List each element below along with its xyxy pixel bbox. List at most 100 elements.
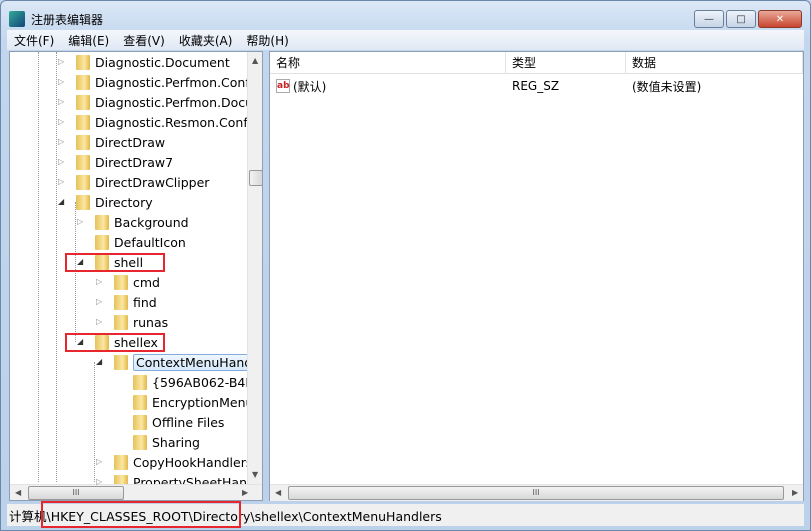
- folder-icon: [76, 194, 90, 210]
- folder-icon: [114, 454, 128, 470]
- highlight-box: [65, 333, 165, 352]
- scroll-down-icon[interactable]: ▼: [252, 470, 258, 479]
- tree-node[interactable]: DirectDraw7: [76, 152, 173, 172]
- folder-icon: [76, 114, 90, 130]
- highlight-box: [65, 253, 165, 272]
- tree-node[interactable]: cmd: [114, 272, 160, 292]
- tree-node-label: Sharing: [152, 434, 200, 450]
- tree-node[interactable]: Diagnostic.Resmon.Config: [76, 112, 259, 132]
- expand-icon[interactable]: ▷: [96, 452, 104, 472]
- expand-icon[interactable]: ▷: [77, 212, 85, 232]
- menu-file[interactable]: 文件(F): [7, 32, 61, 49]
- tree-node[interactable]: Offline Files: [133, 412, 224, 432]
- menu-help[interactable]: 帮助(H): [239, 32, 295, 49]
- tree-node-label: Diagnostic.Perfmon.Config: [95, 74, 262, 90]
- tree-node[interactable]: Directory: [76, 192, 153, 212]
- scroll-thumb[interactable]: III: [288, 486, 784, 500]
- folder-icon: [76, 54, 90, 70]
- expand-icon[interactable]: ▷: [58, 72, 66, 92]
- values-horizontal-scrollbar[interactable]: ◀ III ▶: [270, 484, 803, 501]
- folder-icon: [76, 134, 90, 150]
- collapse-icon[interactable]: ◢: [58, 192, 66, 212]
- close-button[interactable]: ✕: [758, 10, 802, 28]
- tree-guide-line: [56, 52, 57, 482]
- tree-node-label: ContextMenuHandlers: [133, 353, 262, 371]
- folder-icon: [133, 394, 147, 410]
- expand-icon[interactable]: ▷: [58, 112, 66, 132]
- folder-icon: [76, 94, 90, 110]
- tree-node-label: DirectDraw: [95, 134, 166, 150]
- expand-icon[interactable]: ▷: [58, 52, 66, 72]
- expand-icon[interactable]: ▷: [96, 472, 104, 492]
- folder-icon: [133, 434, 147, 450]
- tree-node-label: Diagnostic.Perfmon.Document: [95, 94, 262, 110]
- column-name[interactable]: 名称: [270, 52, 506, 74]
- tree-guide-line: [94, 362, 95, 482]
- title-bar: 注册表编辑器: [9, 9, 103, 29]
- expand-icon[interactable]: ▷: [58, 152, 66, 172]
- scroll-left-icon[interactable]: ◀: [275, 488, 281, 497]
- menu-favorites[interactable]: 收藏夹(A): [172, 32, 240, 49]
- expand-icon[interactable]: ▷: [96, 312, 104, 332]
- value-row[interactable]: ab (默认) REG_SZ (数值未设置): [270, 76, 803, 96]
- expand-icon[interactable]: ▷: [58, 92, 66, 112]
- path-highlight-box: [41, 501, 241, 528]
- tree-node-label: runas: [133, 314, 169, 330]
- folder-icon: [76, 154, 90, 170]
- expand-icon[interactable]: ▷: [96, 292, 104, 312]
- regedit-icon: [9, 11, 25, 27]
- expand-icon[interactable]: ▷: [58, 132, 66, 152]
- tree-node[interactable]: ContextMenuHandlers: [114, 352, 262, 372]
- scroll-right-icon[interactable]: ▶: [242, 488, 248, 497]
- tree-node-label: DefaultIcon: [114, 234, 186, 250]
- tree-node[interactable]: CopyHookHandlers: [114, 452, 252, 472]
- tree-guide-line: [75, 202, 76, 342]
- tree-node[interactable]: Diagnostic.Document: [76, 52, 230, 72]
- tree-node[interactable]: Sharing: [133, 432, 200, 452]
- value-type: REG_SZ: [512, 79, 560, 93]
- folder-icon: [76, 74, 90, 90]
- tree-horizontal-scrollbar[interactable]: ◀ III ▶: [10, 484, 262, 500]
- collapse-icon[interactable]: ◢: [96, 352, 104, 372]
- tree-guide-line: [38, 52, 39, 482]
- tree-node[interactable]: Background: [95, 212, 189, 232]
- expand-icon[interactable]: ▷: [58, 172, 66, 192]
- tree-node[interactable]: {596AB062-B4D2-4215-9F74-E9109B0A8153}: [133, 372, 262, 392]
- menu-edit[interactable]: 编辑(E): [61, 32, 116, 49]
- tree-node-label: DirectDrawClipper: [95, 174, 210, 190]
- tree-node[interactable]: EncryptionMenu: [133, 392, 253, 412]
- column-type[interactable]: 类型: [506, 52, 626, 74]
- tree-node-label: Directory: [95, 194, 153, 210]
- tree-node[interactable]: DirectDrawClipper: [76, 172, 209, 192]
- maximize-button[interactable]: □: [726, 10, 756, 28]
- tree-node-label: Offline Files: [152, 414, 225, 430]
- registry-editor-window: 注册表编辑器 — □ ✕ 文件(F) 编辑(E) 查看(V) 收藏夹(A) 帮助…: [0, 0, 811, 531]
- minimize-button[interactable]: —: [694, 10, 724, 28]
- tree-vertical-scrollbar[interactable]: ▲ ▼: [247, 52, 262, 484]
- values-pane[interactable]: 名称 类型 数据 ab (默认) REG_SZ (数值未设置) ◀ III ▶: [269, 51, 804, 501]
- folder-icon: [133, 374, 147, 390]
- tree-node-label: Diagnostic.Document: [95, 54, 230, 70]
- tree-node[interactable]: Diagnostic.Perfmon.Config: [76, 72, 261, 92]
- tree-node[interactable]: Diagnostic.Perfmon.Document: [76, 92, 262, 112]
- scroll-up-icon[interactable]: ▲: [252, 56, 258, 65]
- folder-icon: [114, 314, 128, 330]
- menu-view[interactable]: 查看(V): [116, 32, 172, 49]
- scroll-left-icon[interactable]: ◀: [15, 488, 21, 497]
- tree-node[interactable]: find: [114, 292, 157, 312]
- value-name: (默认): [293, 79, 327, 94]
- scroll-right-icon[interactable]: ▶: [792, 488, 798, 497]
- expand-icon[interactable]: ▷: [96, 272, 104, 292]
- tree-node[interactable]: DefaultIcon: [95, 232, 186, 252]
- tree-node-label: cmd: [133, 274, 160, 290]
- tree-node[interactable]: runas: [114, 312, 168, 332]
- folder-icon: [133, 414, 147, 430]
- folder-icon: [76, 174, 90, 190]
- scroll-thumb[interactable]: III: [28, 486, 124, 500]
- scroll-thumb[interactable]: [249, 170, 262, 186]
- value-data: (数值未设置): [632, 79, 702, 94]
- column-data[interactable]: 数据: [626, 52, 803, 74]
- tree-node-label: EncryptionMenu: [152, 394, 254, 410]
- key-tree[interactable]: Diagnostic.Document Diagnostic.Perfmon.Co…: [9, 51, 263, 501]
- tree-node[interactable]: DirectDraw: [76, 132, 165, 152]
